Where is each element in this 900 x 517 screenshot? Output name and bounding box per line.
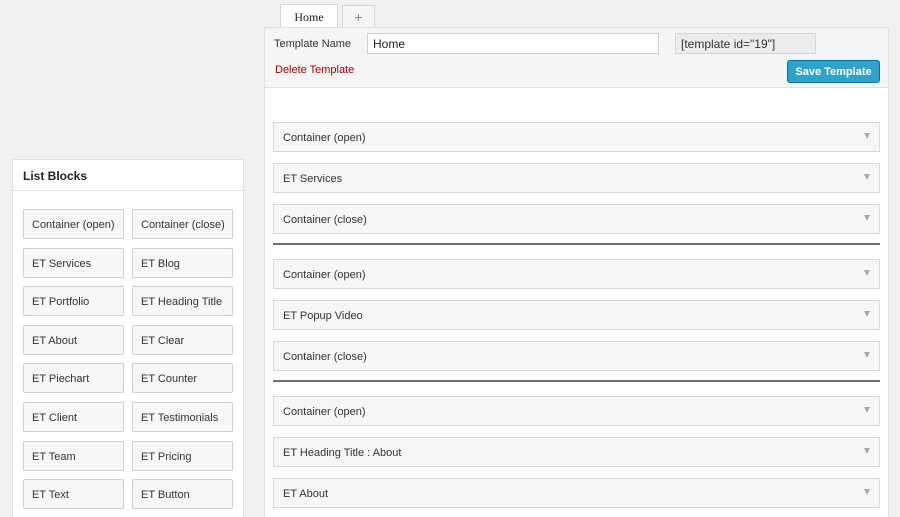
chevron-down-icon[interactable] xyxy=(864,489,870,495)
group-divider xyxy=(273,243,880,245)
builder-block-row[interactable]: Container (open) xyxy=(273,259,880,289)
group-divider xyxy=(273,380,880,382)
chevron-down-icon[interactable] xyxy=(864,174,870,180)
builder-block-row[interactable]: Container (close) xyxy=(273,204,880,234)
list-block-button[interactable]: ET Team xyxy=(23,440,124,471)
list-block-button[interactable]: ET Counter xyxy=(132,363,233,394)
tab-home[interactable]: Home xyxy=(280,4,338,28)
builder-block-label: ET Services xyxy=(283,173,343,185)
list-block-button[interactable]: ET Pricing xyxy=(132,440,233,471)
builder-block-label: ET About xyxy=(283,488,329,500)
list-block-button[interactable]: ET Button xyxy=(132,479,233,510)
builder-block-row[interactable]: ET About xyxy=(273,478,880,508)
chevron-down-icon[interactable] xyxy=(864,311,870,317)
list-block-button[interactable]: ET Services xyxy=(23,247,124,278)
builder-block-row[interactable]: Container (close) xyxy=(273,341,880,371)
save-template-button[interactable]: Save Template xyxy=(787,60,880,83)
list-block-button[interactable]: ET Testimonials xyxy=(132,402,233,432)
list-block-button[interactable]: ET Clear xyxy=(132,324,233,355)
list-block-button[interactable]: ET Text xyxy=(23,479,124,510)
template-shortcode[interactable]: [template id="19"] xyxy=(675,33,816,54)
template-header: Template Name [template id="19"] Delete … xyxy=(265,28,888,88)
template-name-label: Template Name xyxy=(274,38,352,50)
builder-block-label: ET Popup Video xyxy=(283,310,363,322)
list-block-button[interactable]: Container (close) xyxy=(132,209,233,239)
builder-block-row[interactable]: ET Popup Video xyxy=(273,300,880,330)
builder-block-row[interactable]: Container (open) xyxy=(273,122,880,152)
chevron-down-icon[interactable] xyxy=(864,448,870,454)
builder-block-label: Container (open) xyxy=(283,269,366,281)
chevron-down-icon[interactable] xyxy=(864,407,870,413)
tab-add-button[interactable]: + xyxy=(342,5,375,28)
chevron-down-icon[interactable] xyxy=(864,352,870,358)
chevron-down-icon[interactable] xyxy=(864,215,870,221)
list-block-button[interactable]: ET Portfolio xyxy=(23,286,124,317)
builder-block-row[interactable]: Container (open) xyxy=(273,396,880,426)
builder-block-label: Container (open) xyxy=(283,132,366,144)
list-blocks-title: List Blocks xyxy=(13,160,243,191)
delete-template-link[interactable]: Delete Template xyxy=(275,64,354,76)
list-block-button[interactable]: ET Blog xyxy=(132,247,233,278)
builder-block-row[interactable]: ET Services xyxy=(273,163,880,193)
list-block-button[interactable]: Container (open) xyxy=(23,209,124,239)
chevron-down-icon[interactable] xyxy=(864,133,870,139)
builder-block-row[interactable]: ET Heading Title : About xyxy=(273,437,880,467)
template-editor: Template Name [template id="19"] Delete … xyxy=(264,27,889,517)
list-block-button[interactable]: ET Piechart xyxy=(23,363,124,394)
builder-block-label: ET Heading Title : About xyxy=(283,447,402,459)
list-blocks-panel: List Blocks Container (open) Container (c… xyxy=(12,159,244,517)
list-block-button[interactable]: ET Client xyxy=(23,402,124,432)
chevron-down-icon[interactable] xyxy=(864,270,870,276)
list-block-button[interactable]: ET About xyxy=(23,324,124,355)
builder-block-label: Container (close) xyxy=(283,351,367,363)
list-block-button[interactable]: ET Heading Title xyxy=(132,286,233,317)
template-name-input[interactable] xyxy=(367,33,659,54)
builder-block-label: Container (close) xyxy=(283,214,367,226)
builder-block-label: Container (open) xyxy=(283,406,366,418)
